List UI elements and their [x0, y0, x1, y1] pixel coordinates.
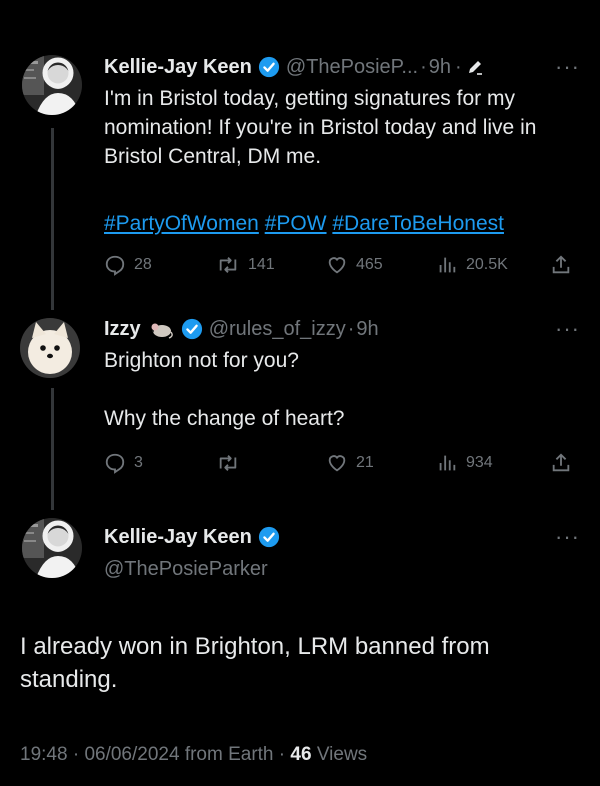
- tweet2-share-button[interactable]: [550, 452, 580, 474]
- tweet2-author-name[interactable]: Izzy: [104, 316, 141, 342]
- tweet1-author-name[interactable]: Kellie-Jay Keen: [104, 54, 252, 80]
- like-icon: [328, 455, 346, 472]
- main-tweet-more-button[interactable]: ···: [555, 526, 580, 548]
- reply-icon: [105, 453, 125, 474]
- avatar-kellie-jay-image: [22, 55, 82, 115]
- tweet1-views-button[interactable]: 20.5K: [436, 254, 508, 276]
- main-tweet-handle-row: @ThePosieParker: [104, 556, 580, 582]
- verified-badge-icon: [181, 318, 202, 340]
- tweet1-reply-button[interactable]: 28: [104, 254, 152, 276]
- tweet2-more-button[interactable]: ···: [555, 318, 580, 340]
- edit-pencil-icon: [468, 61, 482, 75]
- thread-line-2: [51, 388, 54, 510]
- tweet1-header: Kellie-Jay Keen @ThePosieP... · 9h · ···: [104, 54, 580, 80]
- verified-badge-icon: [258, 526, 279, 548]
- tweet2-handle[interactable]: @rules_of_izzy: [209, 316, 346, 342]
- hashtag-partyofwomen[interactable]: #PartyOfWomen: [104, 212, 259, 235]
- mouse-emoji-icon: [151, 323, 173, 339]
- tweet2-body-line1: Brighton not for you?: [104, 349, 299, 372]
- main-tweet-source: from Earth: [184, 744, 274, 765]
- main-tweet-views-count[interactable]: 46: [290, 744, 311, 765]
- tweet2-view-count: 934: [466, 454, 493, 471]
- hashtag-daretobehonest[interactable]: #DareToBeHonest: [332, 212, 504, 235]
- avatar-kellie-jay-main-image: [22, 518, 82, 578]
- share-icon: [552, 255, 570, 274]
- tweet1-body: I'm in Bristol today, getting signatures…: [104, 87, 537, 168]
- tweet1-view-count: 20.5K: [466, 256, 508, 273]
- tweet2-like-button[interactable]: 21: [326, 452, 374, 474]
- tweet2-separator: ·: [347, 318, 355, 340]
- main-tweet-date[interactable]: 06/06/2024: [84, 744, 179, 765]
- tweet2-actions: 3 21 934: [104, 452, 582, 478]
- avatar-kellie-jay-main[interactable]: [22, 518, 82, 578]
- main-tweet-meta: 19:48 · 06/06/2024 from Earth · 46 Views: [20, 744, 367, 766]
- tweet1-text: I'm in Bristol today, getting signatures…: [104, 84, 582, 171]
- tweet1-separator: ·: [420, 56, 427, 78]
- main-tweet-handle[interactable]: @ThePosieParker: [104, 556, 268, 582]
- like-icon: [328, 257, 346, 274]
- tweet1-more-button[interactable]: ···: [555, 56, 580, 78]
- main-tweet-sep1: ·: [72, 744, 80, 765]
- tweet1-time[interactable]: 9h: [429, 54, 451, 80]
- thread-line-1: [51, 128, 54, 310]
- avatar-kellie-jay[interactable]: [22, 55, 82, 115]
- share-icon: [552, 453, 570, 472]
- verified-badge-icon: [258, 56, 279, 78]
- main-tweet-views-label: Views: [316, 744, 368, 765]
- tweet1-hashtags: #PartyOfWomen #POW #DareToBeHonest: [104, 209, 582, 238]
- reply-icon: [105, 255, 125, 276]
- tweet1-like-count: 465: [356, 256, 383, 273]
- tweet2-reply-count: 3: [134, 454, 143, 471]
- tweet1-repost-count: 141: [248, 256, 275, 273]
- tweet1-actions: 28 141 465 20.5K: [104, 254, 582, 280]
- tweet1-reply-count: 28: [134, 256, 152, 273]
- main-tweet-author-name[interactable]: Kellie-Jay Keen: [104, 524, 252, 550]
- repost-icon: [219, 257, 237, 273]
- tweet1-share-button[interactable]: [550, 254, 580, 276]
- views-icon: [439, 455, 456, 471]
- hashtag-pow[interactable]: #POW: [265, 212, 327, 235]
- main-tweet-time[interactable]: 19:48: [20, 744, 68, 765]
- avatar-izzy-image: [20, 318, 80, 378]
- tweet2-body-line2: Why the change of heart?: [104, 407, 345, 430]
- repost-icon: [219, 455, 237, 471]
- tweet2-time[interactable]: 9h: [356, 316, 378, 342]
- avatar-izzy[interactable]: [20, 318, 80, 378]
- main-tweet-header: Kellie-Jay Keen ···: [104, 524, 580, 550]
- tweet2-text: Brighton not for you? Why the change of …: [104, 346, 582, 433]
- tweet1-repost-button[interactable]: 141: [216, 254, 275, 276]
- tweet1-separator-2: ·: [455, 56, 462, 78]
- main-tweet-body: I already won in Brighton, LRM banned fr…: [20, 633, 490, 693]
- views-icon: [439, 257, 456, 273]
- tweet2-header: Izzy @rules_of_izzy · 9h ···: [104, 316, 580, 342]
- tweet2-like-count: 21: [356, 454, 374, 471]
- tweet2-repost-button[interactable]: [216, 452, 248, 474]
- tweet2-reply-button[interactable]: 3: [104, 452, 143, 474]
- tweet2-views-button[interactable]: 934: [436, 452, 493, 474]
- tweet1-handle[interactable]: @ThePosieP...: [286, 54, 418, 80]
- tweet1-like-button[interactable]: 465: [326, 254, 383, 276]
- main-tweet-sep2: ·: [278, 744, 286, 765]
